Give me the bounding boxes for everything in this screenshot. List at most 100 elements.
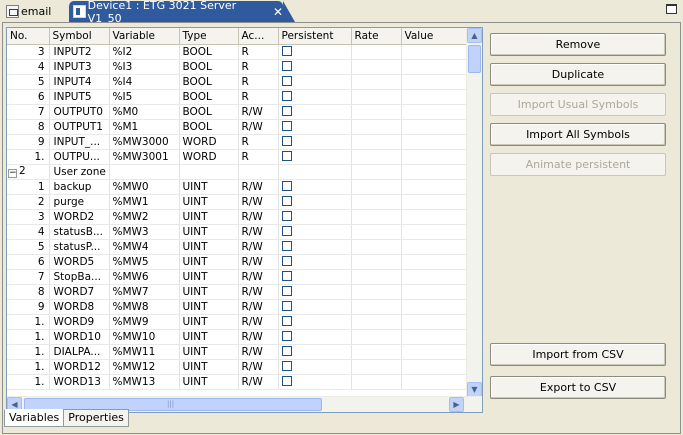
table-row[interactable]: 9 INPUT_... %MW3000 WORD R: [7, 134, 468, 150]
table-row[interactable]: 8 WORD7 %MW7 UINT R/W: [7, 284, 468, 300]
access-cell[interactable]: R/W: [238, 329, 279, 345]
symbol-cell[interactable]: INPUT4: [49, 74, 110, 90]
variable-cell[interactable]: %MW12: [109, 359, 180, 375]
rate-cell[interactable]: [351, 44, 402, 60]
variable-cell[interactable]: %MW10: [109, 329, 180, 345]
rate-cell[interactable]: [351, 269, 402, 285]
rate-cell[interactable]: [351, 359, 402, 375]
value-cell[interactable]: [401, 284, 468, 300]
variable-cell[interactable]: %MW5: [109, 254, 180, 270]
type-cell[interactable]: UINT: [179, 179, 239, 195]
value-cell[interactable]: [401, 44, 468, 60]
scroll-right-button[interactable]: ▶: [449, 397, 464, 412]
variable-cell[interactable]: %MW4: [109, 239, 180, 255]
column-header[interactable]: Value: [401, 28, 468, 45]
variable-cell[interactable]: %MW7: [109, 284, 180, 300]
type-cell[interactable]: BOOL: [179, 104, 239, 120]
value-cell[interactable]: [401, 104, 468, 120]
variable-cell[interactable]: %MW3000: [109, 134, 180, 150]
table-row[interactable]: 1 backup %MW0 UINT R/W: [7, 179, 468, 195]
persistent-checkbox[interactable]: [281, 45, 292, 56]
column-header[interactable]: Persistent: [278, 28, 352, 45]
rate-cell[interactable]: [351, 104, 402, 120]
persistent-checkbox[interactable]: [281, 270, 292, 281]
variable-cell[interactable]: %M0: [109, 104, 180, 120]
variable-cell[interactable]: %MW9: [109, 314, 180, 330]
value-cell[interactable]: [401, 89, 468, 105]
persistent-checkbox[interactable]: [281, 150, 292, 161]
group-row[interactable]: −2 User zone: [7, 164, 468, 180]
access-cell[interactable]: R/W: [238, 119, 279, 135]
table-row[interactable]: 5 INPUT4 %I4 BOOL R: [7, 74, 468, 90]
type-cell[interactable]: UINT: [179, 314, 239, 330]
table-row[interactable]: 3 WORD2 %MW2 UINT R/W: [7, 209, 468, 225]
value-cell[interactable]: [401, 239, 468, 255]
variable-cell[interactable]: %I5: [109, 89, 180, 105]
value-cell[interactable]: [401, 209, 468, 225]
type-cell[interactable]: UINT: [179, 329, 239, 345]
value-cell[interactable]: [401, 269, 468, 285]
vertical-scrollbar[interactable]: ▲ ▼: [466, 28, 482, 397]
tab-variables[interactable]: Variables: [4, 409, 65, 427]
variable-cell[interactable]: %MW0: [109, 179, 180, 195]
symbol-cell[interactable]: backup: [49, 179, 110, 195]
table-row[interactable]: 7 StopBa... %MW6 UINT R/W: [7, 269, 468, 285]
rate-cell[interactable]: [351, 89, 402, 105]
value-cell[interactable]: [401, 194, 468, 210]
access-cell[interactable]: R: [238, 59, 279, 75]
maximize-icon[interactable]: [666, 4, 677, 14]
access-cell[interactable]: R/W: [238, 374, 279, 390]
access-cell[interactable]: R: [238, 74, 279, 90]
rate-cell[interactable]: [351, 194, 402, 210]
type-cell[interactable]: UINT: [179, 194, 239, 210]
rate-cell[interactable]: [351, 314, 402, 330]
value-cell[interactable]: [401, 254, 468, 270]
scroll-down-button[interactable]: ▼: [467, 382, 482, 397]
variable-cell[interactable]: %I2: [109, 44, 180, 60]
type-cell[interactable]: BOOL: [179, 119, 239, 135]
type-cell[interactable]: UINT: [179, 209, 239, 225]
type-cell[interactable]: UINT: [179, 224, 239, 240]
scroll-up-button[interactable]: ▲: [467, 28, 482, 43]
rate-cell[interactable]: [351, 374, 402, 390]
symbol-cell[interactable]: OUTPUT0: [49, 104, 110, 120]
symbol-cell[interactable]: WORD13: [49, 374, 110, 390]
type-cell[interactable]: UINT: [179, 239, 239, 255]
table-row[interactable]: 6 INPUT5 %I5 BOOL R: [7, 89, 468, 105]
value-cell[interactable]: [401, 329, 468, 345]
rate-cell[interactable]: [351, 74, 402, 90]
import-csv-button[interactable]: Import from CSV: [490, 343, 666, 366]
type-cell[interactable]: UINT: [179, 344, 239, 360]
symbol-cell[interactable]: StopBa...: [49, 269, 110, 285]
symbol-cell[interactable]: WORD10: [49, 329, 110, 345]
table-row[interactable]: 7 OUTPUT0 %M0 BOOL R/W: [7, 104, 468, 120]
persistent-checkbox[interactable]: [281, 120, 292, 131]
variable-cell[interactable]: %MW2: [109, 209, 180, 225]
rate-cell[interactable]: [351, 59, 402, 75]
access-cell[interactable]: R/W: [238, 314, 279, 330]
symbol-cell[interactable]: purge: [49, 194, 110, 210]
variable-cell[interactable]: %MW3001: [109, 149, 180, 165]
table-row[interactable]: 1. WORD13 %MW13 UINT R/W: [7, 374, 468, 390]
rate-cell[interactable]: [351, 344, 402, 360]
symbol-cell[interactable]: INPUT5: [49, 89, 110, 105]
symbol-cell[interactable]: WORD12: [49, 359, 110, 375]
close-icon[interactable]: ✕: [273, 5, 283, 19]
import-usual-symbols-button[interactable]: Import Usual Symbols: [490, 93, 666, 116]
type-cell[interactable]: BOOL: [179, 74, 239, 90]
value-cell[interactable]: [401, 179, 468, 195]
access-cell[interactable]: R/W: [238, 179, 279, 195]
persistent-checkbox[interactable]: [281, 255, 292, 266]
access-cell[interactable]: R: [238, 89, 279, 105]
persistent-checkbox[interactable]: [281, 90, 292, 101]
value-cell[interactable]: [401, 359, 468, 375]
value-cell[interactable]: [401, 224, 468, 240]
access-cell[interactable]: R: [238, 134, 279, 150]
persistent-checkbox[interactable]: [281, 180, 292, 191]
table-row[interactable]: 9 WORD8 %MW8 UINT R/W: [7, 299, 468, 315]
access-cell[interactable]: R/W: [238, 269, 279, 285]
vertical-scroll-thumb[interactable]: [468, 45, 481, 73]
variable-cell[interactable]: %I4: [109, 74, 180, 90]
rate-cell[interactable]: [351, 179, 402, 195]
column-header[interactable]: No.: [7, 28, 50, 45]
